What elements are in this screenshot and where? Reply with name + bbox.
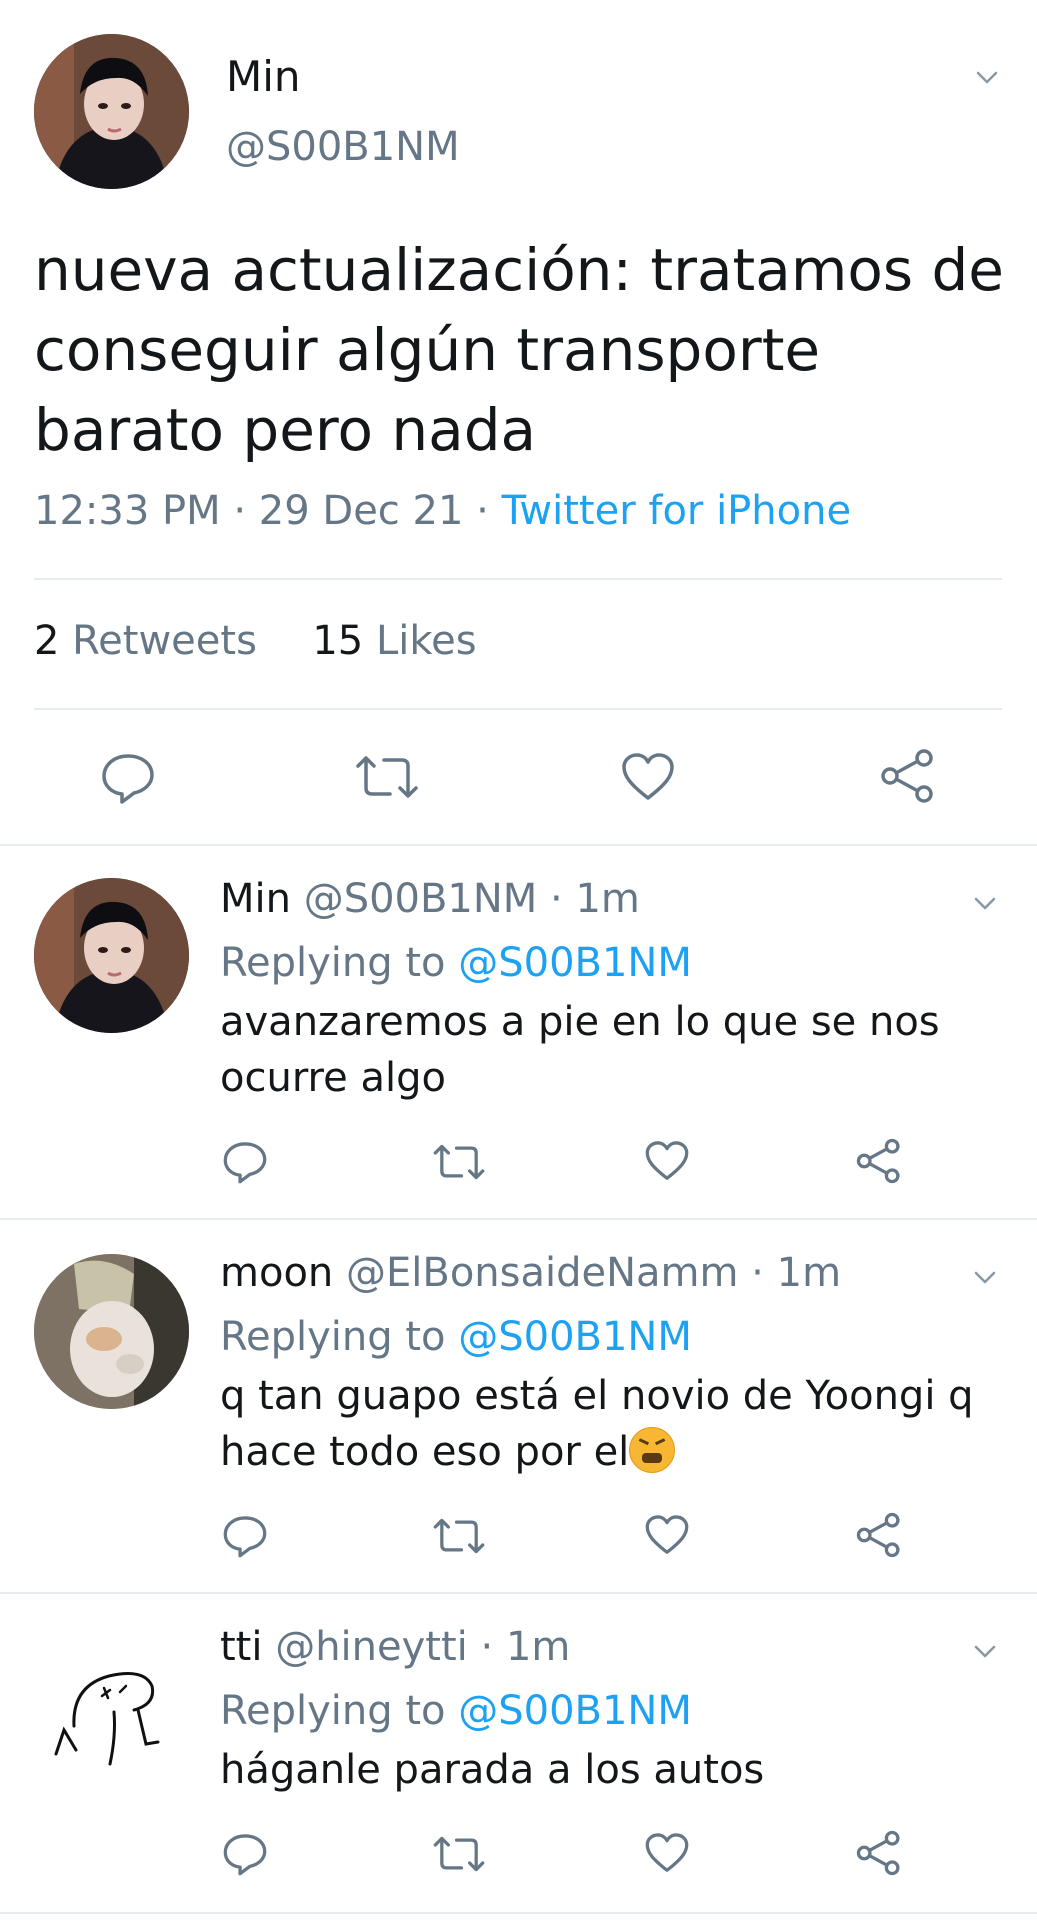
share-icon[interactable] xyxy=(856,1830,902,1876)
replying-mention-link[interactable]: @S00B1NM xyxy=(458,1688,692,1734)
replying-label: Replying to xyxy=(220,940,446,986)
retweets-stat[interactable]: 2 Retweets xyxy=(34,618,257,664)
meta-separator: · xyxy=(220,488,259,534)
avatar-photo xyxy=(34,34,189,189)
author-name[interactable]: Min xyxy=(226,52,301,101)
reply-header: Min @S00B1NM · 1m xyxy=(220,876,640,922)
reply-author-handle[interactable]: @hineytti xyxy=(275,1624,468,1670)
reply-tweet[interactable]: tti @hineytti · 1m Replying to @S00B1NM … xyxy=(0,1594,1037,1920)
reply-author-name[interactable]: Min xyxy=(220,876,291,922)
heart-icon[interactable] xyxy=(644,1832,690,1874)
share-icon[interactable] xyxy=(880,748,936,804)
share-icon[interactable] xyxy=(856,1512,902,1558)
reply-author-name[interactable]: tti xyxy=(220,1624,262,1670)
avatar-photo xyxy=(34,878,189,1033)
chevron-down-icon[interactable] xyxy=(974,1266,996,1288)
tweet-source-link[interactable]: Twitter for iPhone xyxy=(502,488,852,534)
divider xyxy=(34,578,1002,580)
retweet-icon[interactable] xyxy=(432,1516,486,1556)
replying-mention-link[interactable]: @S00B1NM xyxy=(458,1314,692,1360)
chevron-down-icon[interactable] xyxy=(976,66,998,88)
reply-text: avanzaremos a pie en lo que se nos ocurr… xyxy=(220,999,940,1101)
reply-author-handle[interactable]: @ElBonsaideNamm xyxy=(346,1250,738,1296)
tweet-text: nueva actualización: tratamos de consegu… xyxy=(34,236,1004,464)
tweet-meta: 12:33 PM · 29 Dec 21 · Twitter for iPhon… xyxy=(34,488,851,534)
reply-icon[interactable] xyxy=(100,752,156,804)
reply-tweet[interactable]: moon @ElBonsaideNamm · 1m Replying to @S… xyxy=(0,1220,1037,1592)
tweet-stats: 2 Retweets 15 Likes xyxy=(34,618,477,664)
heart-icon[interactable] xyxy=(644,1140,690,1182)
likes-count: 15 xyxy=(312,618,364,664)
reply-time: 1m xyxy=(505,1624,571,1670)
retweet-icon[interactable] xyxy=(432,1142,486,1182)
reply-header: moon @ElBonsaideNamm · 1m xyxy=(220,1250,841,1296)
reply-text-content: q tan guapo está el novio de Yoongi q ha… xyxy=(220,1373,974,1475)
tweet-time: 12:33 PM xyxy=(34,488,221,534)
replying-to: Replying to @S00B1NM xyxy=(220,940,692,986)
reply-time: 1m xyxy=(776,1250,842,1296)
reply-text: háganle parada a los autos xyxy=(220,1747,765,1793)
reply-header: tti @hineytti · 1m xyxy=(220,1624,570,1670)
meta-separator: · xyxy=(463,488,502,534)
author-handle[interactable]: @S00B1NM xyxy=(226,124,460,170)
retweet-icon[interactable] xyxy=(354,754,420,800)
heart-icon[interactable] xyxy=(644,1514,690,1556)
avatar[interactable] xyxy=(34,1254,189,1409)
reply-icon[interactable] xyxy=(222,1514,268,1558)
tweet-date: 29 Dec 21 xyxy=(258,488,464,534)
meta-separator: · xyxy=(537,876,576,922)
meta-separator: · xyxy=(738,1250,777,1296)
replying-mention-link[interactable]: @S00B1NM xyxy=(458,940,692,986)
reply-icon[interactable] xyxy=(222,1140,268,1184)
chevron-down-icon[interactable] xyxy=(974,892,996,914)
divider xyxy=(0,1912,1037,1914)
reply-time: 1m xyxy=(575,876,640,922)
retweets-label: Retweets xyxy=(72,618,257,664)
avatar[interactable] xyxy=(34,34,189,189)
share-icon[interactable] xyxy=(856,1138,902,1184)
avatar-photo xyxy=(34,1254,189,1409)
retweets-count: 2 xyxy=(34,618,60,664)
chevron-down-icon[interactable] xyxy=(974,1640,996,1662)
main-tweet: Min @S00B1NM nueva actualización: tratam… xyxy=(0,0,1037,846)
reply-icon[interactable] xyxy=(222,1832,268,1876)
replying-to: Replying to @S00B1NM xyxy=(220,1314,692,1360)
likes-stat[interactable]: 15 Likes xyxy=(312,618,476,664)
reply-tweet[interactable]: Min @S00B1NM · 1m Replying to @S00B1NM a… xyxy=(0,846,1037,1218)
replying-label: Replying to xyxy=(220,1688,446,1734)
reply-author-name[interactable]: moon xyxy=(220,1250,333,1296)
avatar-drawing xyxy=(34,1626,189,1781)
retweet-icon[interactable] xyxy=(432,1834,486,1874)
avatar[interactable] xyxy=(34,1626,189,1781)
divider xyxy=(34,708,1002,710)
likes-label: Likes xyxy=(375,618,477,664)
heart-icon[interactable] xyxy=(620,752,676,802)
tired-face-emoji xyxy=(629,1427,676,1473)
replying-to: Replying to @S00B1NM xyxy=(220,1688,692,1734)
avatar[interactable] xyxy=(34,878,189,1033)
reply-text: q tan guapo está el novio de Yoongi q ha… xyxy=(220,1368,980,1480)
reply-author-handle[interactable]: @S00B1NM xyxy=(304,876,538,922)
replying-label: Replying to xyxy=(220,1314,446,1360)
meta-separator: · xyxy=(467,1624,506,1670)
